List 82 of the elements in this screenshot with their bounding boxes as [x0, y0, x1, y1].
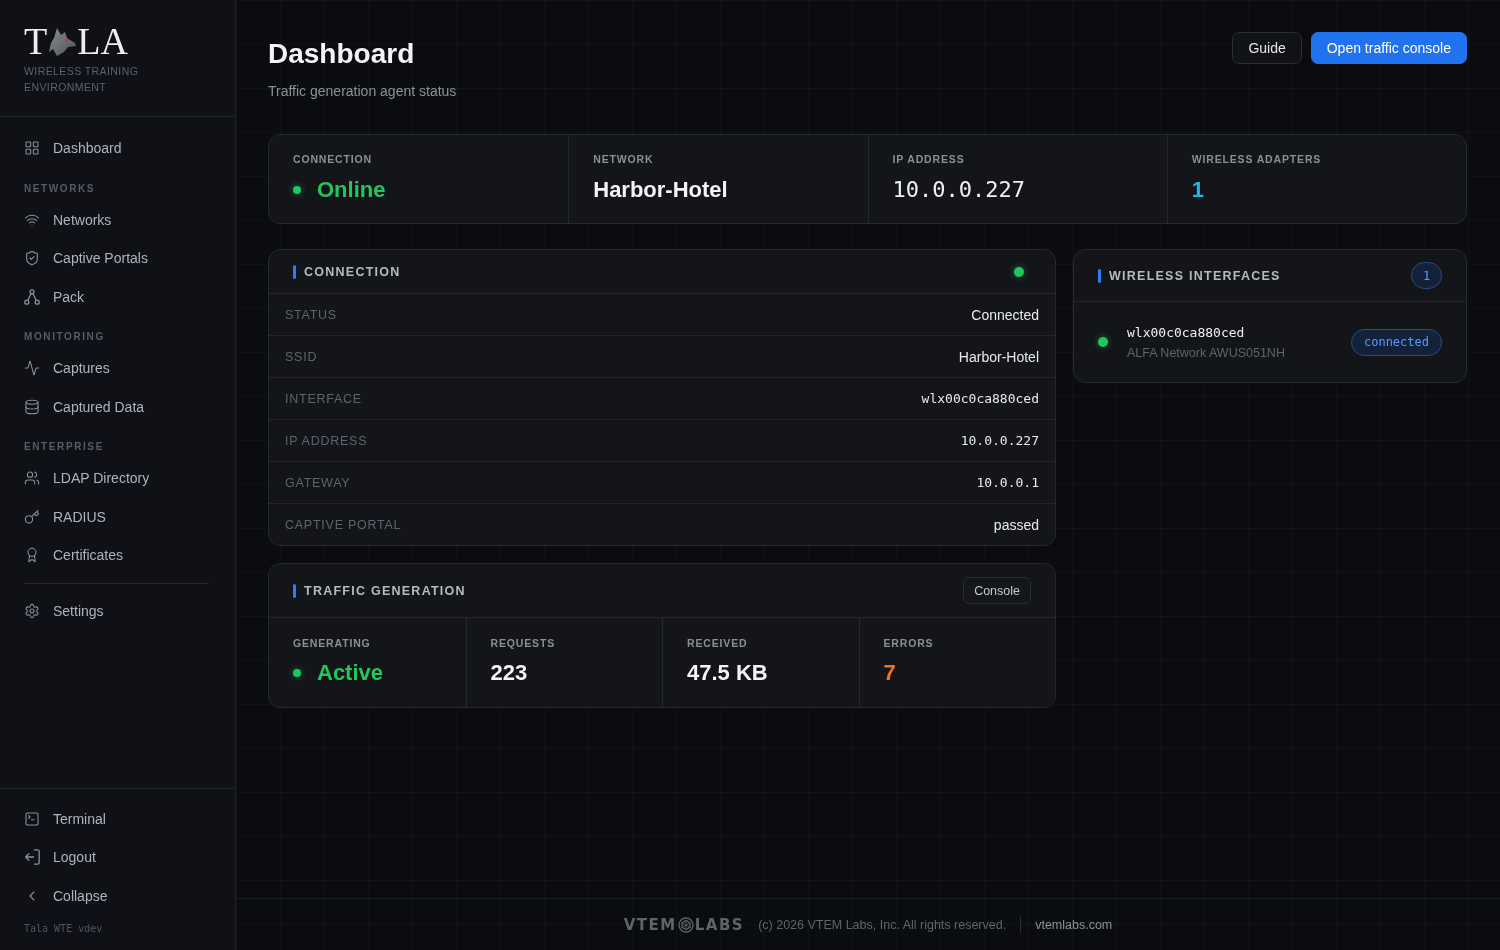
- nav-item[interactable]: Terminal: [0, 799, 235, 838]
- detail-label: SSID: [285, 349, 318, 364]
- nav-section-label: NETWORKS: [23, 181, 97, 196]
- nav-item[interactable]: Settings: [0, 591, 235, 630]
- pulse-line-icon: [24, 360, 40, 377]
- grid-icon: [24, 140, 40, 157]
- terminal-icon: [24, 810, 40, 827]
- stat-value: Active: [317, 659, 384, 687]
- stat-label: WIRELESS ADAPTERS: [1191, 152, 1322, 166]
- stat-label: GENERATING: [293, 636, 371, 650]
- stat-label: IP ADDRESS: [892, 152, 965, 166]
- detail-label: INTERFACE: [285, 391, 362, 406]
- version-text: Tala WTE vdev: [24, 922, 103, 936]
- wolf-head-icon: [49, 28, 77, 56]
- nav-item[interactable]: LDAP Directory: [0, 459, 235, 498]
- three-nodes-icon: [24, 288, 40, 305]
- stat-value: 10.0.0.227: [892, 176, 1025, 204]
- secondary-button[interactable]: Guide: [1232, 32, 1302, 64]
- nav-item[interactable]: Captured Data: [0, 387, 235, 426]
- arrow-bracket-icon: [24, 849, 40, 866]
- detail-value: Harbor-Hotel: [958, 348, 1039, 365]
- nav-item[interactable]: Pack: [0, 277, 235, 316]
- page-subtitle: Traffic generation agent status: [268, 82, 457, 100]
- nav-item[interactable]: Networks: [0, 200, 235, 239]
- nav-item[interactable]: Captive Portals: [0, 239, 235, 278]
- console-button[interactable]: Console: [963, 577, 1031, 604]
- nav-item[interactable]: Collapse: [0, 876, 235, 915]
- accent-bar-icon: [1098, 268, 1101, 283]
- status-badge: connected: [1350, 328, 1442, 356]
- settings-icon: [24, 602, 40, 619]
- stat-value: 7: [883, 659, 896, 687]
- stat-label: REQUESTS: [490, 636, 555, 650]
- accent-bar-icon: [293, 583, 296, 598]
- accent-bar-icon: [293, 264, 296, 279]
- website-link[interactable]: vtemlabs.com: [1035, 917, 1113, 932]
- stat-value: Harbor-Hotel: [593, 176, 728, 204]
- detail-label: IP ADDRESS: [285, 433, 368, 448]
- stat-label: NETWORK: [593, 152, 654, 166]
- detail-value: wlx00c0ca880ced: [921, 391, 1039, 406]
- stat-value: Online: [317, 176, 386, 204]
- detail-value: Connected: [971, 306, 1039, 323]
- stat-value: 47.5 KB: [687, 659, 768, 687]
- hexagon-emblem-icon: [677, 916, 694, 933]
- panel-title: CONNECTION: [304, 263, 401, 280]
- nav-section-label: MONITORING: [23, 330, 106, 344]
- stat-label: RECEIVED: [687, 636, 748, 650]
- shield-check-icon: [24, 250, 40, 267]
- interface-model: ALFA Network AWUS051NH: [1127, 344, 1285, 361]
- ribbon-badge-icon: [24, 547, 40, 564]
- detail-value: passed: [993, 516, 1039, 533]
- stat-value: 223: [490, 659, 528, 687]
- count-badge: 1: [1411, 262, 1442, 289]
- stat-label: CONNECTION: [293, 152, 372, 166]
- nav-section-label: ENTERPRISE: [23, 440, 105, 454]
- logo-text: T: [24, 22, 48, 60]
- panel-title: WIRELESS INTERFACES: [1109, 267, 1281, 284]
- status-dot-icon: [293, 186, 301, 194]
- nav-item[interactable]: Certificates: [0, 536, 235, 575]
- detail-label: CAPTIVE PORTAL: [285, 517, 402, 532]
- copyright-text: (c) 2026 VTEM Labs, Inc. All rights reserved.: [758, 917, 1007, 932]
- detail-label: STATUS: [285, 307, 337, 322]
- primary-button[interactable]: Open traffic console: [1310, 32, 1467, 64]
- detail-label: GATEWAY: [285, 475, 351, 490]
- nav-item[interactable]: Dashboard: [0, 129, 235, 168]
- nav-item[interactable]: Logout: [0, 838, 235, 877]
- database-icon: [24, 398, 40, 415]
- stat-value: 1: [1191, 176, 1204, 204]
- logo-tagline: WIRELESS TRAINING ENVIRONMENT: [24, 64, 140, 95]
- logo-text: LA: [77, 22, 128, 60]
- panel-title: TRAFFIC GENERATION: [304, 582, 466, 599]
- status-dot-icon: [293, 669, 301, 677]
- users-icon: [24, 470, 40, 487]
- stat-label: ERRORS: [883, 636, 934, 650]
- nav-item[interactable]: Captures: [0, 349, 235, 388]
- interface-name: wlx00c0ca880ced: [1127, 323, 1245, 341]
- key-icon: [24, 508, 40, 525]
- detail-value: 10.0.0.1: [976, 475, 1039, 490]
- brand-logo-text: VTEM: [623, 915, 677, 934]
- page-title: Dashboard: [268, 37, 416, 71]
- nav-item[interactable]: RADIUS: [0, 497, 235, 536]
- brand-logo-text: LABS: [694, 915, 745, 934]
- detail-value: 10.0.0.227: [960, 433, 1039, 448]
